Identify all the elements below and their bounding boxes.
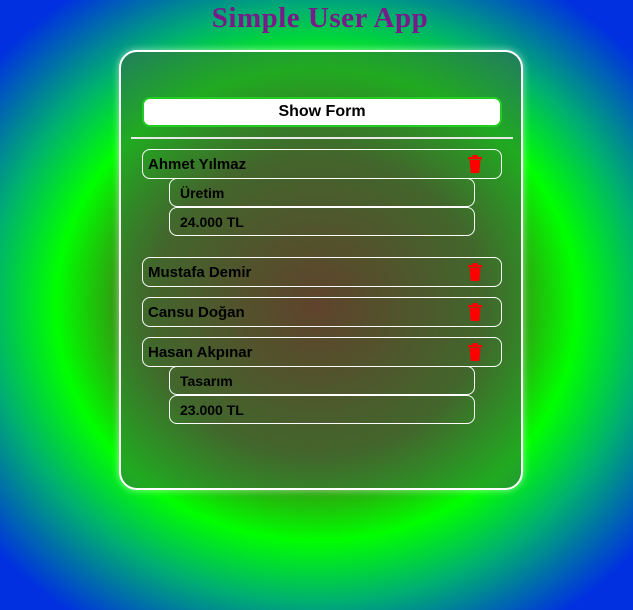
user-department: Üretim xyxy=(169,178,475,207)
user-salary: 23.000 TL xyxy=(169,395,475,424)
user-name: Mustafa Demir xyxy=(148,263,252,281)
user-name: Cansu Doğan xyxy=(148,303,245,321)
show-form-button[interactable]: Show Form xyxy=(142,97,502,127)
user-name: Ahmet Yılmaz xyxy=(148,155,247,173)
user-department: Tasarım xyxy=(169,366,475,395)
trash-icon[interactable] xyxy=(467,155,483,173)
trash-icon[interactable] xyxy=(467,263,483,281)
user-row-hasan-akpinar[interactable]: Hasan Akpınar xyxy=(142,337,502,367)
user-name: Hasan Akpınar xyxy=(148,343,253,361)
user-card: Show Form Ahmet Yılmaz Üretim 24.000 TL … xyxy=(119,50,523,490)
divider xyxy=(131,137,513,139)
user-row-mustafa-demir[interactable]: Mustafa Demir xyxy=(142,257,502,287)
user-salary: 24.000 TL xyxy=(169,207,475,236)
app-title: Simple User App xyxy=(211,2,429,34)
user-row-cansu-dogan[interactable]: Cansu Doğan xyxy=(142,297,502,327)
user-row-ahmet-yilmaz[interactable]: Ahmet Yılmaz xyxy=(142,149,502,179)
trash-icon[interactable] xyxy=(467,343,483,361)
trash-icon[interactable] xyxy=(467,303,483,321)
